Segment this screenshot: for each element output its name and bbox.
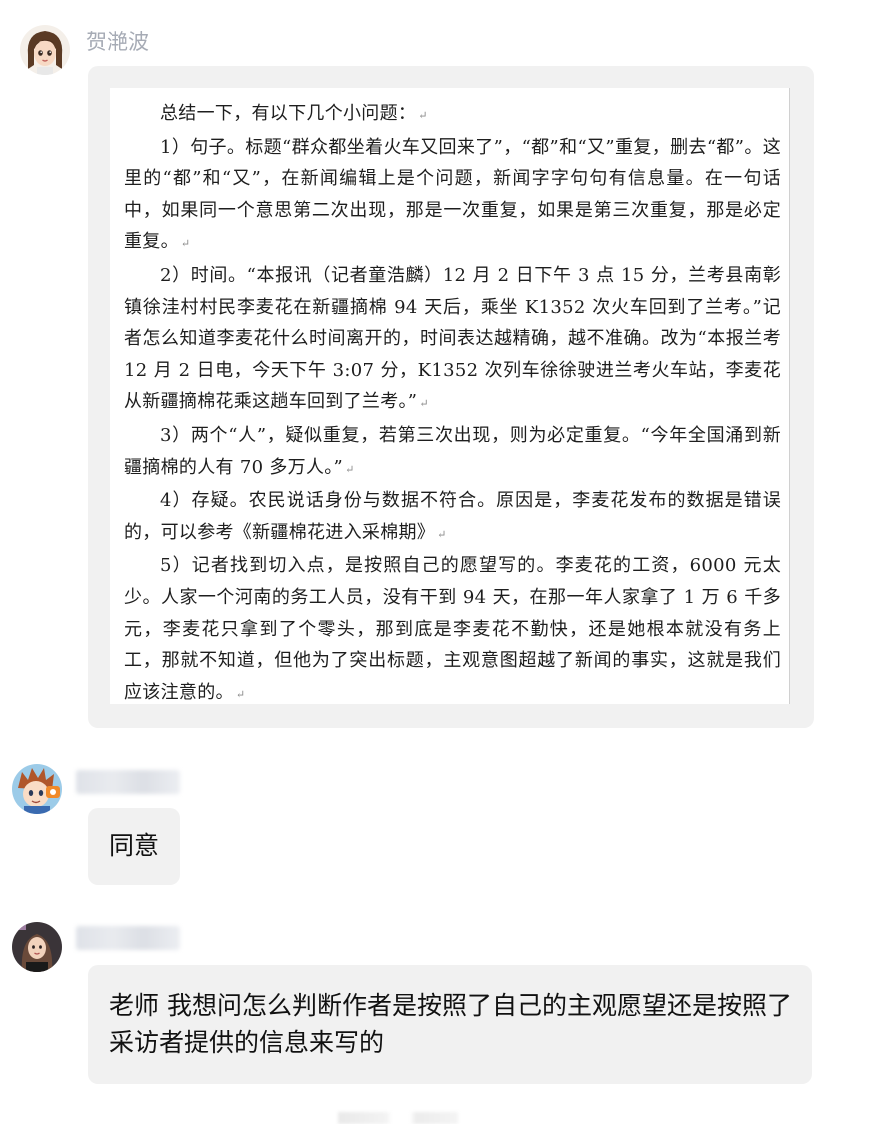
doc-paragraph: 1）句子。标题“群众都坐着火车又回来了”，“都”和“又”重复，删去“都”。这里的… — [124, 136, 781, 253]
message-bubble-image[interactable]: 总结一下，有以下几个小问题： ↵ 1）句子。标题“群众都坐着火车又回来了”，“都”… — [88, 66, 814, 728]
sender-avatar[interactable] — [12, 764, 62, 814]
message-text: 老师 我想问怎么判断作者是按照了自己的主观愿望还是按照了采访者提供的信息来写的 — [109, 991, 792, 1057]
doc-paragraph: 4）存疑。农民说话身份与数据不符合。原因是，李麦花发布的数据是错误的，可以参考《… — [124, 490, 781, 543]
message-bubble-text[interactable]: 老师 我想问怎么判断作者是按照了自己的主观愿望还是按照了采访者提供的信息来写的 — [88, 965, 812, 1084]
cartoon-girl-avatar-icon — [20, 25, 70, 75]
sender-avatar[interactable] — [20, 25, 70, 75]
doc-paragraph: 2）时间。“本报讯（记者童浩麟）12 月 2 日下午 3 点 15 分，兰考县南… — [124, 264, 781, 413]
cartoon-boy-avatar-icon — [12, 764, 62, 814]
doc-paragraph: 3）两个“人”，疑似重复，若第三次出现，则为必定重复。“今年全国涌到新疆摘棉的人… — [124, 424, 781, 478]
sender-name: 贺滟波 — [86, 30, 149, 54]
message-bubble-text[interactable]: 同意 — [88, 808, 180, 885]
doc-paragraph: 5）记者找到切入点，是按照自己的愿望写的。李麦花的工资，6000 元太少。人家一… — [124, 555, 781, 703]
woman-photo-avatar-icon — [12, 922, 62, 972]
document-screenshot-image[interactable]: 总结一下，有以下几个小问题： ↵ 1）句子。标题“群众都坐着火车又回来了”，“都”… — [110, 88, 790, 704]
message-text: 同意 — [109, 831, 160, 860]
next-message-partial — [338, 1112, 458, 1124]
sender-avatar[interactable] — [12, 922, 62, 972]
doc-paragraph: 总结一下，有以下几个小问题： ↵ — [160, 103, 428, 124]
sender-name-blurred — [76, 926, 180, 950]
sender-name-blurred — [76, 770, 180, 794]
